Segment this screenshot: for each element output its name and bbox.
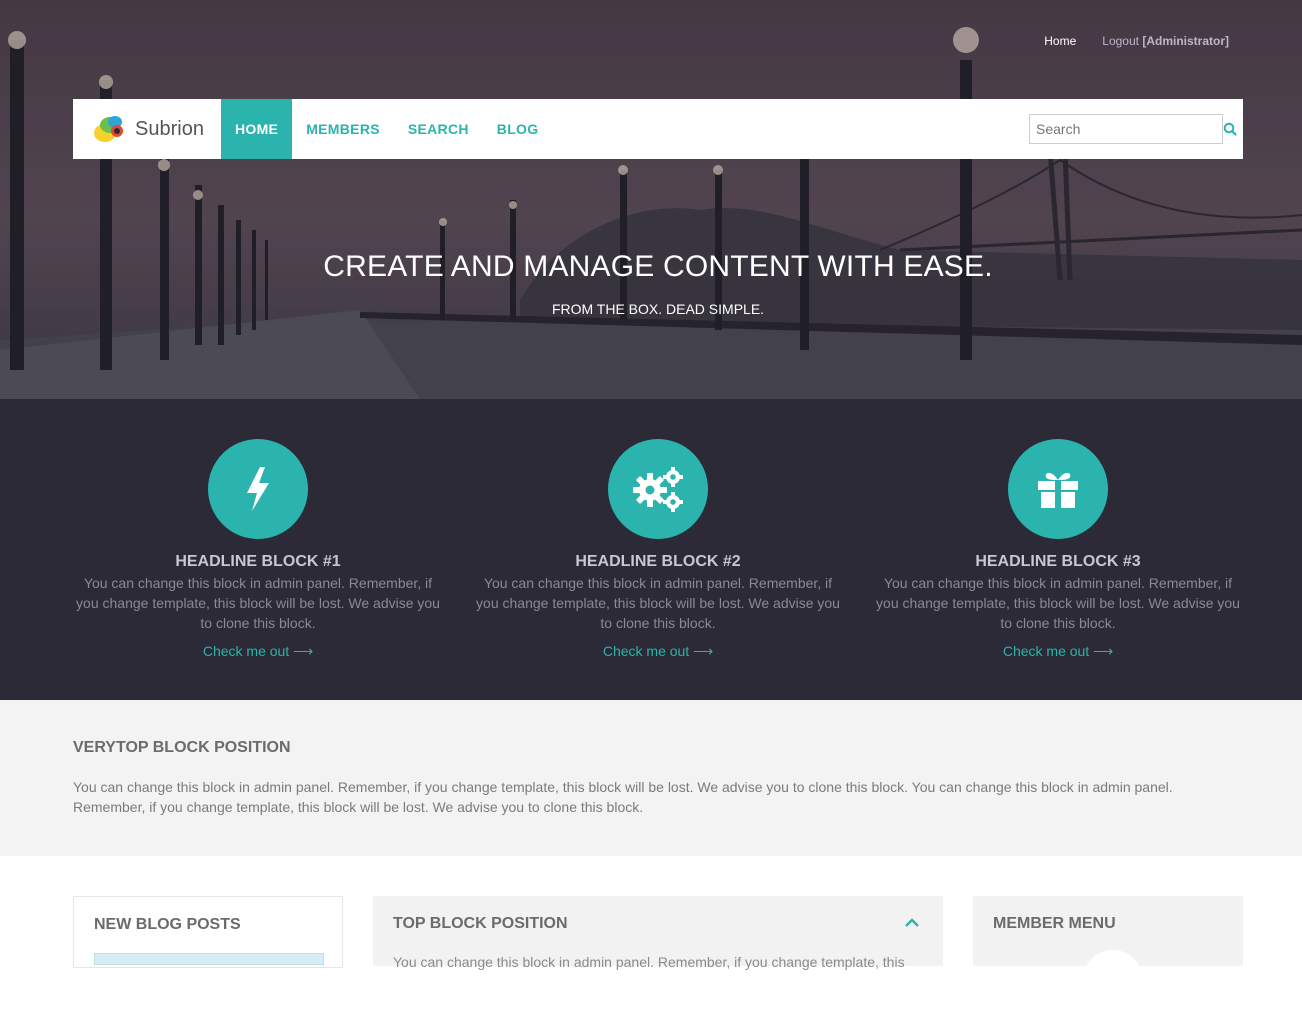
box-title: NEW BLOG POSTS <box>94 916 241 933</box>
avatar <box>1083 950 1143 1010</box>
member-menu-box: MEMBER MENU <box>973 896 1243 1010</box>
hero-title: CREATE AND MANAGE CONTENT WITH EASE. <box>323 250 993 283</box>
feature-icon-circle <box>608 439 708 539</box>
feature-title: HEADLINE BLOCK #1 <box>175 553 341 570</box>
arrow-right-icon: ⟶ <box>693 643 714 659</box>
top-link-logout[interactable]: Logout [Administrator] <box>1102 34 1229 48</box>
feature-text: You can change this block in admin panel… <box>476 575 840 631</box>
feature-icon-circle <box>208 439 308 539</box>
nav-item-search[interactable]: SEARCH <box>394 99 483 159</box>
hero-section: Home Logout [Administrator] Subrion HOME… <box>0 0 1302 399</box>
top-link-home[interactable]: Home <box>1044 34 1076 48</box>
subrion-logo-icon <box>94 116 123 142</box>
nav-menu: HOME MEMBERS SEARCH BLOG <box>221 99 552 159</box>
box-title: MEMBER MENU <box>993 915 1116 932</box>
new-blog-posts-box: NEW BLOG POSTS <box>73 896 343 968</box>
arrow-right-icon: ⟶ <box>293 643 314 659</box>
top-links: Home Logout [Administrator] <box>1044 34 1229 48</box>
nav-item-members[interactable]: MEMBERS <box>292 99 394 159</box>
check-me-out-link[interactable]: Check me out ⟶ <box>203 643 313 660</box>
feature-icon-circle <box>1008 439 1108 539</box>
check-me-out-link[interactable]: Check me out ⟶ <box>603 643 713 660</box>
features-section: HEADLINE BLOCK #1 You can change this bl… <box>0 399 1302 700</box>
feature-block-1: HEADLINE BLOCK #1 You can change this bl… <box>73 439 443 661</box>
gears-icon <box>633 467 683 512</box>
box-title: TOP BLOCK POSITION <box>393 915 568 932</box>
feature-title: HEADLINE BLOCK #3 <box>975 553 1141 570</box>
search-input[interactable] <box>1030 117 1223 141</box>
logout-user: [Administrator] <box>1142 34 1229 48</box>
arrow-right-icon: ⟶ <box>1093 643 1114 659</box>
bolt-icon <box>247 467 269 511</box>
hero-background-image <box>0 0 1302 399</box>
site-logo[interactable]: Subrion <box>73 99 221 159</box>
top-block-box: TOP BLOCK POSITION You can change this b… <box>373 896 943 970</box>
hero-subtitle: FROM THE BOX. DEAD SIMPLE. <box>551 301 765 317</box>
search-icon[interactable] <box>1223 122 1237 136</box>
check-me-out-link[interactable]: Check me out ⟶ <box>1003 643 1113 660</box>
blog-post-item[interactable] <box>94 953 324 965</box>
link-label: Check me out <box>202 643 290 659</box>
feature-block-2: HEADLINE BLOCK #2 You can change this bl… <box>473 439 843 661</box>
feature-title: HEADLINE BLOCK #2 <box>575 553 741 570</box>
chevron-up-icon[interactable] <box>905 918 919 928</box>
verytop-block: VERYTOP BLOCK POSITION You can change th… <box>0 700 1302 856</box>
gift-icon <box>1038 472 1078 508</box>
feature-text: You can change this block in admin panel… <box>876 575 1240 631</box>
nav-item-home[interactable]: HOME <box>221 99 293 159</box>
box-text: You can change this block in admin panel… <box>393 954 905 970</box>
search-box <box>1029 114 1237 144</box>
main-navbar: Subrion HOME MEMBERS SEARCH BLOG <box>73 99 1243 159</box>
logout-label: Logout <box>1102 34 1139 48</box>
feature-block-3: HEADLINE BLOCK #3 You can change this bl… <box>873 439 1243 661</box>
feature-text: You can change this block in admin panel… <box>76 575 440 631</box>
nav-item-blog[interactable]: BLOG <box>483 99 553 159</box>
verytop-title: VERYTOP BLOCK POSITION <box>73 739 291 756</box>
logo-text: Subrion <box>135 117 204 140</box>
link-label: Check me out <box>1002 643 1090 659</box>
verytop-text: You can change this block in admin panel… <box>73 779 1173 815</box>
link-label: Check me out <box>602 643 690 659</box>
